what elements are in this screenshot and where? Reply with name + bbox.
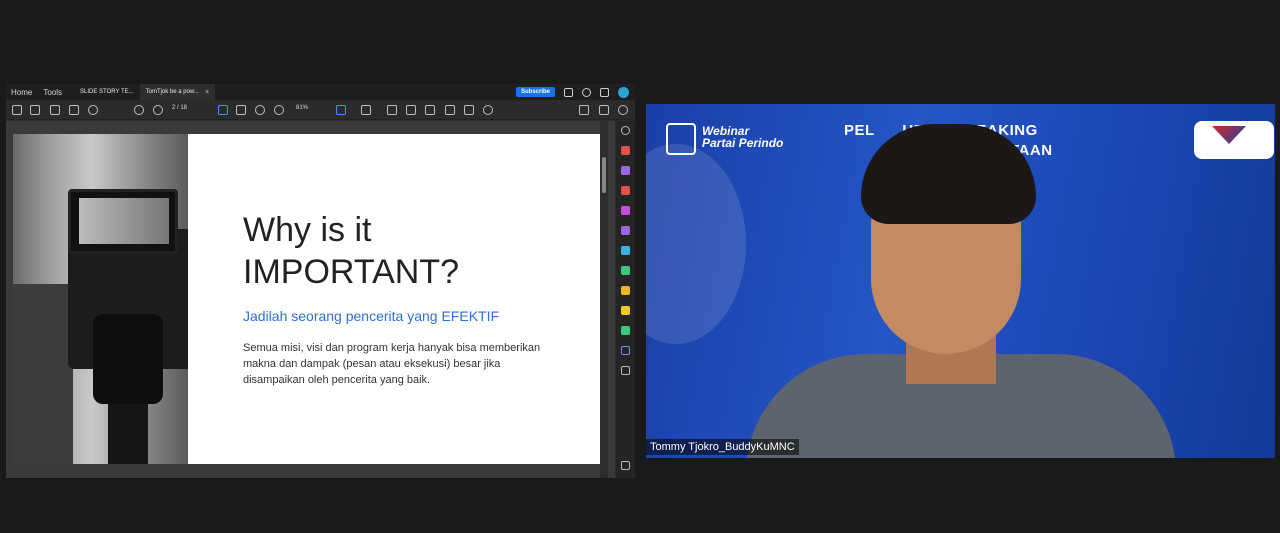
save-icon[interactable] bbox=[12, 105, 22, 115]
print-icon[interactable] bbox=[69, 105, 79, 115]
webcam-feed: Webinar Partai Perindo PEL UBLIC SPEAKIN… bbox=[646, 104, 1275, 458]
scan-icon[interactable] bbox=[621, 266, 630, 275]
page-down-icon[interactable] bbox=[153, 105, 163, 115]
page-layout-icon[interactable] bbox=[336, 105, 346, 115]
slide-title: Why is it IMPORTANT? bbox=[243, 209, 459, 293]
search-icon[interactable] bbox=[88, 105, 98, 115]
perindo-logo bbox=[1194, 121, 1274, 159]
help-icon[interactable] bbox=[582, 87, 591, 97]
zoom-level[interactable]: 81% bbox=[296, 105, 308, 111]
slide-title-line2: IMPORTANT? bbox=[243, 253, 459, 291]
select-cursor-icon[interactable] bbox=[218, 105, 228, 115]
right-tool-panel bbox=[616, 121, 635, 478]
participant-name: Tommy Tjokro_BuddyKuMNC bbox=[646, 439, 799, 455]
comment-icon[interactable] bbox=[387, 105, 397, 115]
speaker-video bbox=[736, 114, 1186, 458]
viewer-toolbar: 2 / 18 81% bbox=[6, 100, 635, 120]
combine-files-icon[interactable] bbox=[621, 166, 630, 175]
rotate-icon[interactable] bbox=[483, 105, 493, 115]
export-pdf-icon[interactable] bbox=[621, 246, 630, 255]
subscribe-button[interactable]: Subscribe bbox=[515, 87, 555, 97]
avatar[interactable] bbox=[618, 86, 629, 98]
email-icon[interactable] bbox=[599, 105, 609, 115]
delete-icon[interactable] bbox=[464, 105, 474, 115]
page-up-icon[interactable] bbox=[134, 105, 144, 115]
tab-label: TomTjok be a pow... bbox=[145, 89, 199, 95]
page-number[interactable]: 2 / 18 bbox=[172, 105, 187, 111]
edit-pdf-tool-icon[interactable] bbox=[621, 206, 630, 215]
camera-photo bbox=[13, 134, 188, 464]
tab-label: SLIDE STORY TE... bbox=[80, 89, 134, 95]
slide-subtitle: Jadilah seorang pencerita yang EFEKTIF bbox=[243, 308, 500, 324]
vertical-scrollbar[interactable] bbox=[600, 121, 608, 478]
slide-body: Semua misi, visi dan program kerja hanya… bbox=[243, 342, 541, 386]
star-icon[interactable] bbox=[30, 105, 40, 115]
screen-share-panel: Home Tools SLIDE STORY TE... TomTjok be … bbox=[6, 84, 635, 478]
scrollbar-thumb[interactable] bbox=[602, 157, 606, 193]
zoom-tool-icon[interactable] bbox=[621, 126, 630, 135]
account-icon[interactable] bbox=[618, 105, 628, 115]
bell-icon[interactable] bbox=[600, 87, 609, 97]
shield-icon[interactable] bbox=[621, 346, 630, 355]
zoom-in-icon[interactable] bbox=[274, 105, 284, 115]
zoom-out-icon[interactable] bbox=[255, 105, 265, 115]
eagle-graphic bbox=[646, 144, 746, 344]
close-tab-icon[interactable]: × bbox=[205, 89, 209, 96]
sign-icon[interactable] bbox=[621, 226, 630, 235]
collapse-panel-icon[interactable] bbox=[621, 461, 630, 470]
document-area: Why is it IMPORTANT? Jadilah seorang pen… bbox=[6, 121, 615, 478]
more-tools-icon[interactable] bbox=[621, 366, 630, 375]
protect-icon[interactable] bbox=[621, 286, 630, 295]
menu-bar: Home Tools SLIDE STORY TE... TomTjok be … bbox=[6, 84, 635, 100]
document-tabs: SLIDE STORY TE... TomTjok be a pow... × bbox=[74, 84, 216, 100]
comment-tool-icon[interactable] bbox=[621, 306, 630, 315]
hand-icon[interactable] bbox=[236, 105, 246, 115]
slide-page: Why is it IMPORTANT? Jadilah seorang pen… bbox=[13, 134, 600, 464]
share-icon[interactable] bbox=[564, 87, 573, 97]
fill-sign-icon[interactable] bbox=[621, 326, 630, 335]
slide-title-line1: Why is it bbox=[243, 211, 372, 249]
upload-icon[interactable] bbox=[50, 105, 60, 115]
organize-pages-icon[interactable] bbox=[621, 186, 630, 195]
tab-slide-story[interactable]: SLIDE STORY TE... bbox=[74, 84, 140, 100]
pen-icon[interactable] bbox=[406, 105, 416, 115]
menu-tools[interactable]: Tools bbox=[43, 88, 62, 97]
draw-icon[interactable] bbox=[425, 105, 435, 115]
stamp-icon[interactable] bbox=[445, 105, 455, 115]
edit-pdf-icon[interactable] bbox=[579, 105, 589, 115]
menubar-right: Subscribe bbox=[515, 86, 629, 98]
create-pdf-icon[interactable] bbox=[621, 146, 630, 155]
text-tool-icon[interactable] bbox=[361, 105, 371, 115]
meeting-window: Home Tools SLIDE STORY TE... TomTjok be … bbox=[0, 0, 1280, 533]
logo-icon bbox=[666, 123, 696, 155]
menu-home[interactable]: Home bbox=[11, 88, 32, 97]
tab-tomtjok[interactable]: TomTjok be a pow... × bbox=[139, 84, 216, 100]
